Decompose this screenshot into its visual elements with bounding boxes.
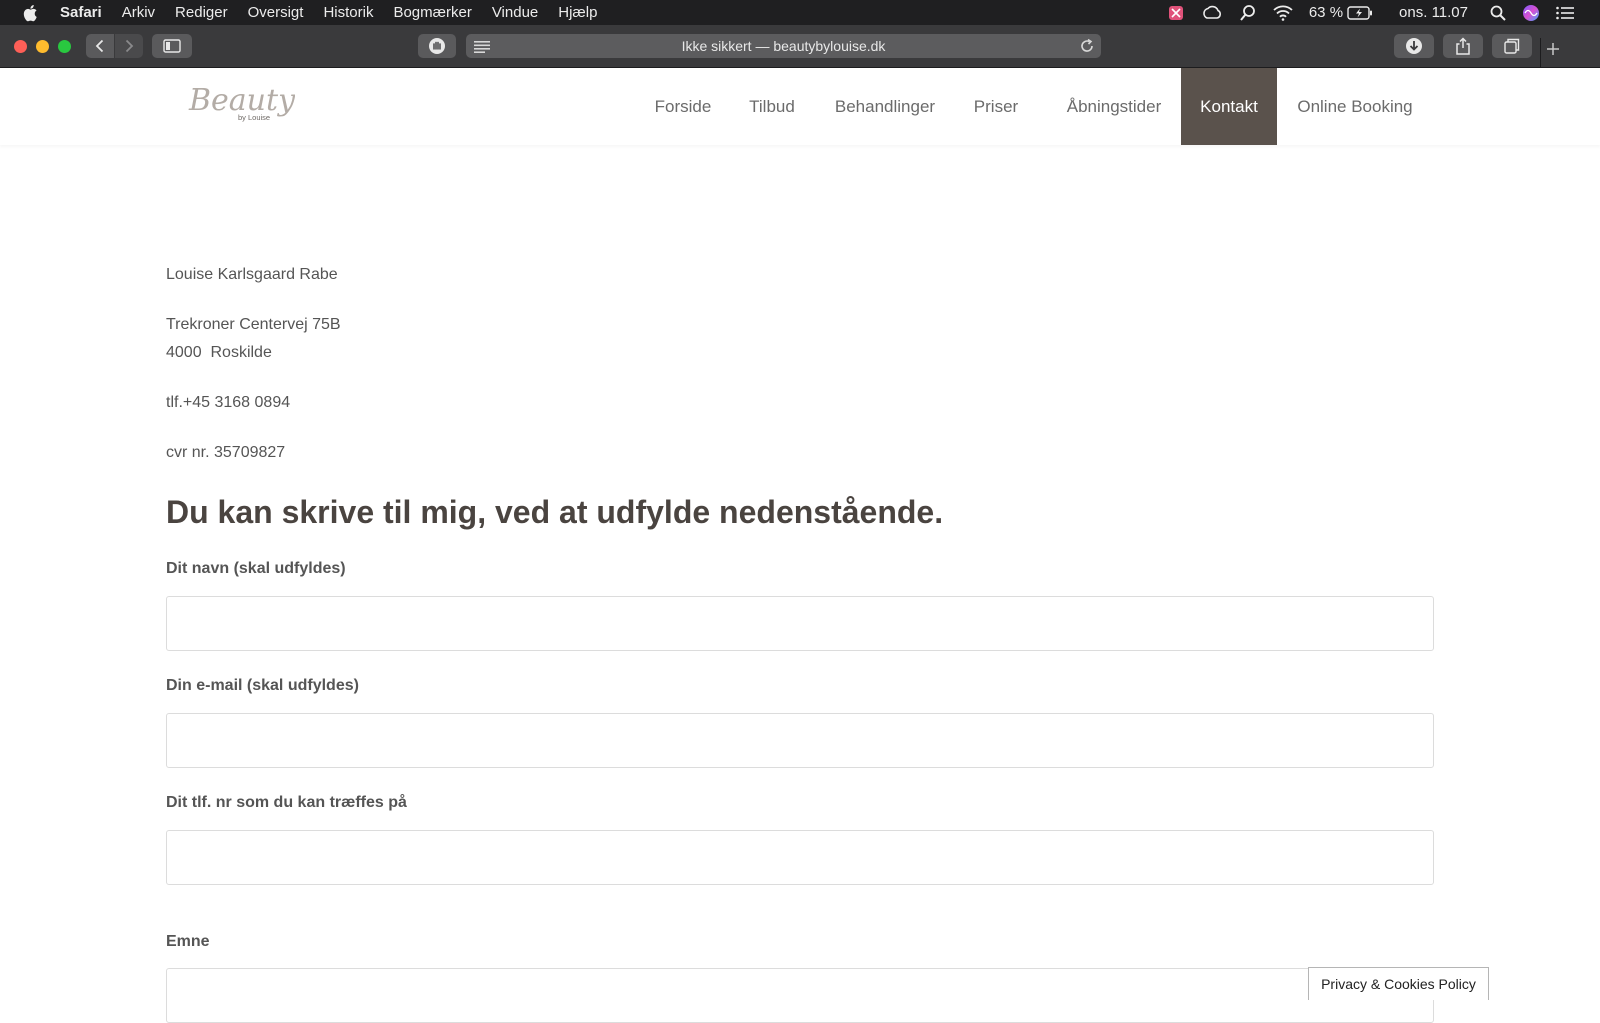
- wifi-icon[interactable]: [1273, 5, 1293, 21]
- safari-toolbar: Ikke sikkert — beautybylouise.dk: [0, 25, 1600, 68]
- contact-city: 4000 Roskilde: [166, 344, 272, 361]
- menu-arkiv[interactable]: Arkiv: [122, 4, 155, 21]
- privacy-extension-button[interactable]: [418, 34, 456, 58]
- subject-label: Emne: [166, 933, 210, 950]
- logo-sub-text: by Louise: [238, 113, 270, 122]
- menu-rediger[interactable]: Rediger: [175, 4, 228, 21]
- reader-view-icon[interactable]: [474, 40, 490, 56]
- nav-item-tilbud[interactable]: Tilbud: [741, 68, 803, 145]
- form-heading: Du kan skrive til mig, ved at udfylde ne…: [166, 494, 944, 530]
- menu-oversigt[interactable]: Oversigt: [248, 4, 304, 21]
- nav-item-forside[interactable]: Forside: [647, 68, 719, 145]
- spotlight-search-icon[interactable]: [1490, 5, 1506, 21]
- window-close-button[interactable]: [14, 40, 27, 53]
- contact-phone[interactable]: tlf.+45 3168 0894: [166, 394, 290, 412]
- sidebar-icon: [163, 39, 181, 53]
- menubar-clock[interactable]: ons. 11.07: [1399, 4, 1468, 21]
- menu-hjaelp[interactable]: Hjælp: [558, 4, 597, 21]
- site-header: Beauty by Louise Forside Tilbud Behandli…: [0, 68, 1600, 145]
- siri-icon[interactable]: [1522, 4, 1540, 22]
- notification-center-icon[interactable]: [1556, 6, 1574, 20]
- chevron-right-icon: [125, 39, 134, 53]
- contact-street: Trekroner Centervej 75B: [166, 316, 341, 333]
- contact-cvr: cvr nr. 35709827: [166, 444, 286, 461]
- name-label: Dit navn (skal udfyldes): [166, 560, 346, 577]
- spotlight-extra-icon[interactable]: [1239, 4, 1257, 22]
- menu-historik[interactable]: Historik: [323, 4, 373, 21]
- subject-field[interactable]: [166, 968, 1434, 1023]
- window-minimize-button[interactable]: [36, 40, 49, 53]
- new-tab-button[interactable]: [1545, 41, 1561, 57]
- site-logo[interactable]: Beauty by Louise: [185, 80, 296, 130]
- nav-item-online-booking[interactable]: Online Booking: [1292, 68, 1418, 145]
- phone-field[interactable]: [166, 830, 1434, 885]
- nav-item-abningstider[interactable]: Åbningstider: [1056, 68, 1172, 145]
- contact-name: Louise Karlsgaard Rabe: [166, 266, 338, 283]
- macos-menu-bar: Safari Arkiv Rediger Oversigt Historik B…: [0, 0, 1600, 25]
- apple-icon[interactable]: [22, 4, 40, 22]
- menu-bogmaerker[interactable]: Bogmærker: [393, 4, 471, 21]
- tabs-overview-icon: [1504, 38, 1520, 54]
- window-fullscreen-button[interactable]: [58, 40, 71, 53]
- privacy-cookies-button[interactable]: Privacy & Cookies Policy: [1308, 967, 1489, 1000]
- app-status-icon[interactable]: [1167, 4, 1185, 22]
- email-label: Din e-mail (skal udfyldes): [166, 677, 359, 694]
- forward-button[interactable]: [115, 34, 143, 58]
- share-icon: [1456, 37, 1470, 55]
- chevron-left-icon: [95, 39, 104, 53]
- phone-label: Dit tlf. nr som du kan træffes på: [166, 794, 407, 811]
- plus-icon: [1547, 43, 1559, 55]
- download-icon: [1406, 38, 1422, 54]
- name-field[interactable]: [166, 596, 1434, 651]
- sidebar-toggle-button[interactable]: [152, 34, 192, 58]
- nav-item-priser[interactable]: Priser: [968, 68, 1024, 145]
- menu-vindue[interactable]: Vindue: [492, 4, 538, 21]
- nav-item-behandlinger[interactable]: Behandlinger: [830, 68, 940, 145]
- reload-icon[interactable]: [1079, 38, 1095, 57]
- battery-charging-icon[interactable]: [1347, 5, 1373, 20]
- nav-item-kontakt[interactable]: Kontakt: [1181, 68, 1277, 145]
- hand-shield-icon: [429, 38, 445, 54]
- webpage: Beauty by Louise Forside Tilbud Behandli…: [0, 68, 1600, 1023]
- back-button[interactable]: [86, 34, 114, 58]
- creative-cloud-icon[interactable]: [1201, 5, 1223, 21]
- menu-safari[interactable]: Safari: [60, 4, 102, 21]
- address-text: Ikke sikkert — beautybylouise.dk: [681, 38, 886, 54]
- show-tabs-button[interactable]: [1492, 34, 1532, 58]
- downloads-button[interactable]: [1394, 34, 1434, 58]
- email-field[interactable]: [166, 713, 1434, 768]
- battery-percent: 63 %: [1308, 4, 1344, 21]
- address-bar[interactable]: Ikke sikkert — beautybylouise.dk: [466, 34, 1101, 58]
- toolbar-divider: [1540, 38, 1541, 68]
- share-button[interactable]: [1443, 34, 1483, 58]
